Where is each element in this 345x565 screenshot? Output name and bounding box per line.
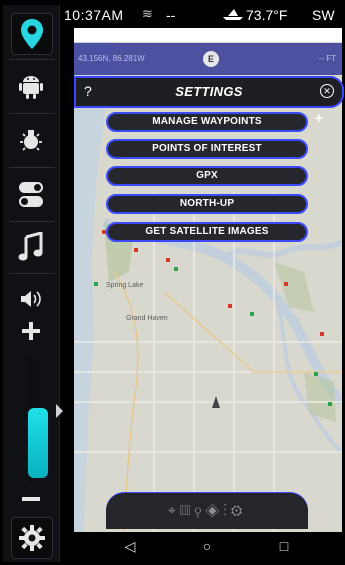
menu-item-gpx[interactable]: GPX xyxy=(106,166,308,186)
gear-icon[interactable] xyxy=(11,517,53,559)
location-pin-icon[interactable] xyxy=(11,13,53,55)
close-icon[interactable]: ✕ xyxy=(320,84,334,98)
compass-badge[interactable]: E xyxy=(203,51,219,67)
map-icon[interactable]: ▥ xyxy=(180,502,195,518)
status-bar: 10:37AM ≋ -- 73.7°F SW xyxy=(62,5,342,27)
clock: 10:37AM xyxy=(64,7,124,23)
menu-item-points-of-interest[interactable]: POINTS OF INTEREST xyxy=(106,139,308,159)
crosshair-icon[interactable]: ⌖ xyxy=(168,502,180,518)
minus-icon[interactable] xyxy=(11,479,51,519)
menu-item-get-satellite-images[interactable]: GET SATELLITE IMAGES xyxy=(106,222,308,242)
top-white-bar xyxy=(74,28,342,42)
route-icon[interactable]: ⋮ xyxy=(223,502,231,518)
device-frame: 10:37AM ≋ -- 73.7°F SW Grand Haven Sprin… xyxy=(0,0,345,565)
waves-value: -- xyxy=(166,7,176,23)
toolbar-icons[interactable]: ⌖▥⚲◈⋮⚙ xyxy=(106,502,308,519)
toggle-icon[interactable] xyxy=(11,175,51,215)
map-label-city2: Spring Lake xyxy=(106,282,144,289)
heading: SW xyxy=(312,7,335,23)
home-button[interactable]: ○ xyxy=(197,538,217,556)
gear-icon[interactable]: ⚙ xyxy=(231,502,246,518)
pin-icon[interactable]: ⚲ xyxy=(194,502,205,518)
map-zoom-plus-icon[interactable]: + xyxy=(315,110,323,126)
volume-expand-arrow-icon[interactable] xyxy=(56,404,63,418)
menu-item-north-up[interactable]: NORTH-UP xyxy=(106,194,308,214)
depth-readout: -- FT xyxy=(318,54,336,63)
settings-title: SETTINGS xyxy=(175,84,243,99)
settings-panel-header: ? SETTINGS ✕ xyxy=(74,76,344,108)
layers-icon[interactable]: ◈ xyxy=(205,502,223,518)
boat-icon xyxy=(222,7,243,23)
android-nav-bar: ◁ ○ □ xyxy=(62,532,342,562)
menu-item-manage-waypoints[interactable]: MANAGE WAYPOINTS xyxy=(106,112,308,132)
temperature: 73.7°F xyxy=(246,7,288,23)
back-button[interactable]: ◁ xyxy=(120,538,140,556)
coordinates: 43.156N, 86.281W xyxy=(78,54,145,63)
music-note-icon[interactable] xyxy=(11,227,51,267)
recent-apps-button[interactable]: □ xyxy=(274,538,294,556)
plus-icon[interactable] xyxy=(11,311,51,351)
coordinates-bar: 43.156N, 86.281W E -- FT xyxy=(74,43,342,75)
android-icon[interactable] xyxy=(11,67,51,107)
waves-icon: ≋ xyxy=(142,6,153,21)
map-toolbar: ⌖▥⚲◈⋮⚙ xyxy=(106,493,308,529)
map-label-city1: Grand Haven xyxy=(126,315,168,322)
light-bulb-icon[interactable] xyxy=(11,121,51,161)
left-rail xyxy=(3,5,60,562)
volume-slider-fill[interactable] xyxy=(28,408,48,478)
